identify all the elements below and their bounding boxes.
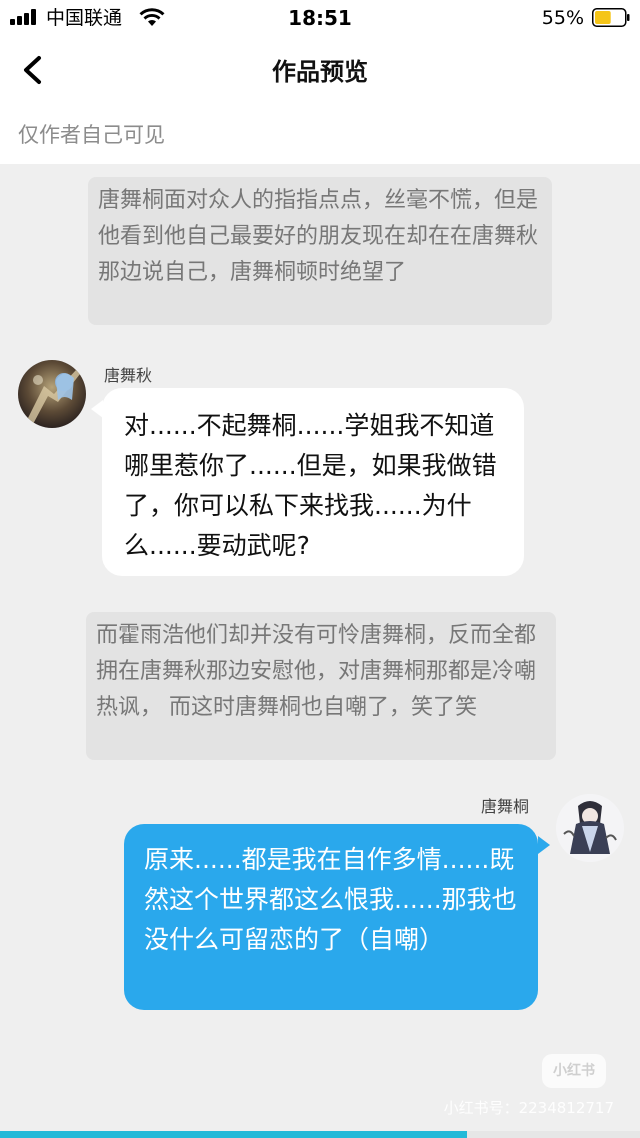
xiaohongshu-logo: 小红书 [542,1054,606,1088]
watermark-id-text: 小红书号：2234812717 [443,1099,614,1117]
chat-bubble-text: 对......不起舞桐......学姐我不知道哪里惹你了......但是，如果我… [124,411,497,560]
avatar-tang-wuqiu[interactable] [18,360,86,428]
chat-preview-screen: 中国联通 18:51 55% 作品预览 仅作者自己可见 唐舞桐面对众人的指指点点… [0,0,640,1138]
battery-percentage: 55% [541,7,584,29]
visibility-banner: 仅作者自己可见 [0,106,640,164]
status-bar: 中国联通 18:51 55% [0,0,640,36]
visibility-note: 仅作者自己可见 [18,123,165,147]
reading-progress-track [0,1131,640,1138]
speaker-name-right: 唐舞桐 [481,797,530,816]
speaker-name-left: 唐舞秋 [104,366,153,385]
page-title: 作品预览 [272,58,368,86]
narration-text: 唐舞桐面对众人的指指点点，丝毫不慌，但是他看到他自己最要好的朋友现在却在在唐舞秋… [98,188,539,285]
avatar-image-icon [18,360,86,428]
battery-icon [592,8,630,27]
chat-bubble-text: 原来......都是我在自作多情......既然这个世界都这么恨我......那… [144,845,517,954]
chat-bubble-right[interactable]: 原来......都是我在自作多情......既然这个世界都这么恨我......那… [124,824,538,1010]
avatar-image-icon [556,794,624,862]
chat-bubble-left[interactable]: 对......不起舞桐......学姐我不知道哪里惹你了......但是，如果我… [102,388,524,576]
narration-text: 而霍雨浩他们却并没有可怜唐舞桐，反而全都拥在唐舞秋那边安慰他，对唐舞桐那都是冷嘲… [96,623,537,720]
reading-progress-fill [0,1131,468,1138]
bubble-tail [538,836,550,854]
navigation-bar: 作品预览 [0,36,640,106]
narration-bubble: 而霍雨浩他们却并没有可怜唐舞桐，反而全都拥在唐舞秋那边安慰他，对唐舞桐那都是冷嘲… [86,612,556,760]
narration-bubble: 唐舞桐面对众人的指指点点，丝毫不慌，但是他看到他自己最要好的朋友现在却在在唐舞秋… [88,177,552,325]
avatar-tang-wutong[interactable] [556,794,624,862]
